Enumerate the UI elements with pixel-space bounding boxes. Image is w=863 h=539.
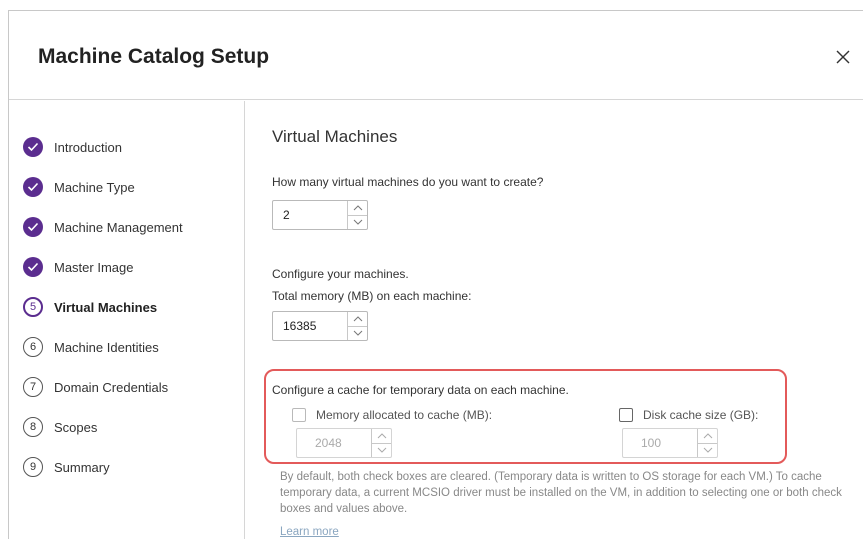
step-virtual-machines[interactable]: 5 Virtual Machines xyxy=(23,294,157,320)
chevron-up-icon xyxy=(703,433,712,439)
checkmark-icon xyxy=(27,222,39,232)
step-label: Machine Identities xyxy=(54,339,159,355)
vm-count-decrement-button[interactable] xyxy=(348,214,367,230)
step-number-icon: 9 xyxy=(23,457,43,477)
close-button[interactable] xyxy=(833,47,853,67)
disk-cache-checkbox[interactable] xyxy=(619,408,633,422)
completed-step-icon xyxy=(23,177,43,197)
step-label: Domain Credentials xyxy=(54,379,169,395)
step-number-icon: 6 xyxy=(23,337,43,357)
configure-machines-label: Configure your machines. xyxy=(272,267,409,281)
disk-cache-increment-button[interactable] xyxy=(698,429,717,443)
disk-cache-label: Disk cache size (GB): xyxy=(643,408,759,422)
step-number-icon: 8 xyxy=(23,417,43,437)
memory-decrement-button[interactable] xyxy=(348,325,367,341)
completed-step-icon xyxy=(23,257,43,277)
step-label: Scopes xyxy=(54,419,98,435)
step-scopes[interactable]: 8 Scopes xyxy=(23,414,97,440)
learn-more-link[interactable]: Learn more xyxy=(280,526,339,538)
memory-cache-increment-button[interactable] xyxy=(372,429,391,443)
chevron-down-icon xyxy=(377,447,386,453)
completed-step-icon xyxy=(23,137,43,157)
section-title: Virtual Machines xyxy=(272,127,398,146)
disk-cache-decrement-button[interactable] xyxy=(698,442,717,458)
step-label: Machine Type xyxy=(54,179,135,195)
vm-count-question: How many virtual machines do you want to… xyxy=(272,175,544,189)
step-introduction[interactable]: Introduction xyxy=(23,134,122,160)
chevron-down-icon xyxy=(353,219,362,225)
chevron-up-icon xyxy=(353,205,362,211)
memory-cache-label: Memory allocated to cache (MB): xyxy=(316,408,493,422)
chevron-up-icon xyxy=(353,316,362,322)
cache-heading: Configure a cache for temporary data on … xyxy=(272,383,569,397)
step-label: Machine Management xyxy=(54,219,183,235)
step-number-icon: 7 xyxy=(23,377,43,397)
disk-cache-value[interactable]: 100 xyxy=(623,429,697,457)
step-number-icon: 5 xyxy=(23,297,43,317)
step-machine-management[interactable]: Machine Management xyxy=(23,214,183,240)
memory-cache-checkbox[interactable] xyxy=(292,408,306,422)
chevron-up-icon xyxy=(377,433,386,439)
wizard-steps-sidebar: Introduction Machine Type Machine Manageme… xyxy=(9,101,245,539)
checkmark-icon xyxy=(27,262,39,272)
memory-cache-decrement-button[interactable] xyxy=(372,442,391,458)
cache-help-text: By default, both check boxes are cleared… xyxy=(280,471,842,515)
completed-step-icon xyxy=(23,217,43,237)
checkmark-icon xyxy=(27,142,39,152)
checkmark-icon xyxy=(27,182,39,192)
step-label: Virtual Machines xyxy=(54,299,158,315)
step-label: Introduction xyxy=(54,139,122,155)
memory-stepper[interactable]: 16385 xyxy=(272,311,368,341)
memory-cache-stepper[interactable]: 2048 xyxy=(296,428,392,458)
vm-count-increment-button[interactable] xyxy=(348,201,367,215)
chevron-down-icon xyxy=(703,447,712,453)
step-master-image[interactable]: Master Image xyxy=(23,254,133,280)
disk-cache-stepper[interactable]: 100 xyxy=(622,428,718,458)
step-summary[interactable]: 9 Summary xyxy=(23,454,110,480)
chevron-down-icon xyxy=(353,330,362,336)
virtual-machines-panel: Virtual Machines How many virtual machin… xyxy=(246,101,863,539)
dialog-header: Machine Catalog Setup xyxy=(9,11,863,100)
memory-increment-button[interactable] xyxy=(348,312,367,326)
memory-cache-option: Memory allocated to cache (MB): xyxy=(292,408,492,422)
machine-catalog-setup-dialog: Machine Catalog Setup Introduction Machin… xyxy=(8,10,863,539)
step-machine-identities[interactable]: 6 Machine Identities xyxy=(23,334,159,360)
step-machine-type[interactable]: Machine Type xyxy=(23,174,135,200)
disk-cache-option: Disk cache size (GB): xyxy=(619,408,758,422)
vm-count-stepper[interactable]: 2 xyxy=(272,200,368,230)
step-label: Summary xyxy=(54,459,110,475)
vm-count-value[interactable]: 2 xyxy=(273,201,347,229)
dialog-title: Machine Catalog Setup xyxy=(38,45,270,68)
step-label: Master Image xyxy=(54,259,134,275)
memory-cache-value[interactable]: 2048 xyxy=(297,429,371,457)
step-domain-credentials[interactable]: 7 Domain Credentials xyxy=(23,374,168,400)
memory-label: Total memory (MB) on each machine: xyxy=(272,289,472,303)
close-icon xyxy=(836,50,850,64)
memory-value[interactable]: 16385 xyxy=(273,312,347,340)
